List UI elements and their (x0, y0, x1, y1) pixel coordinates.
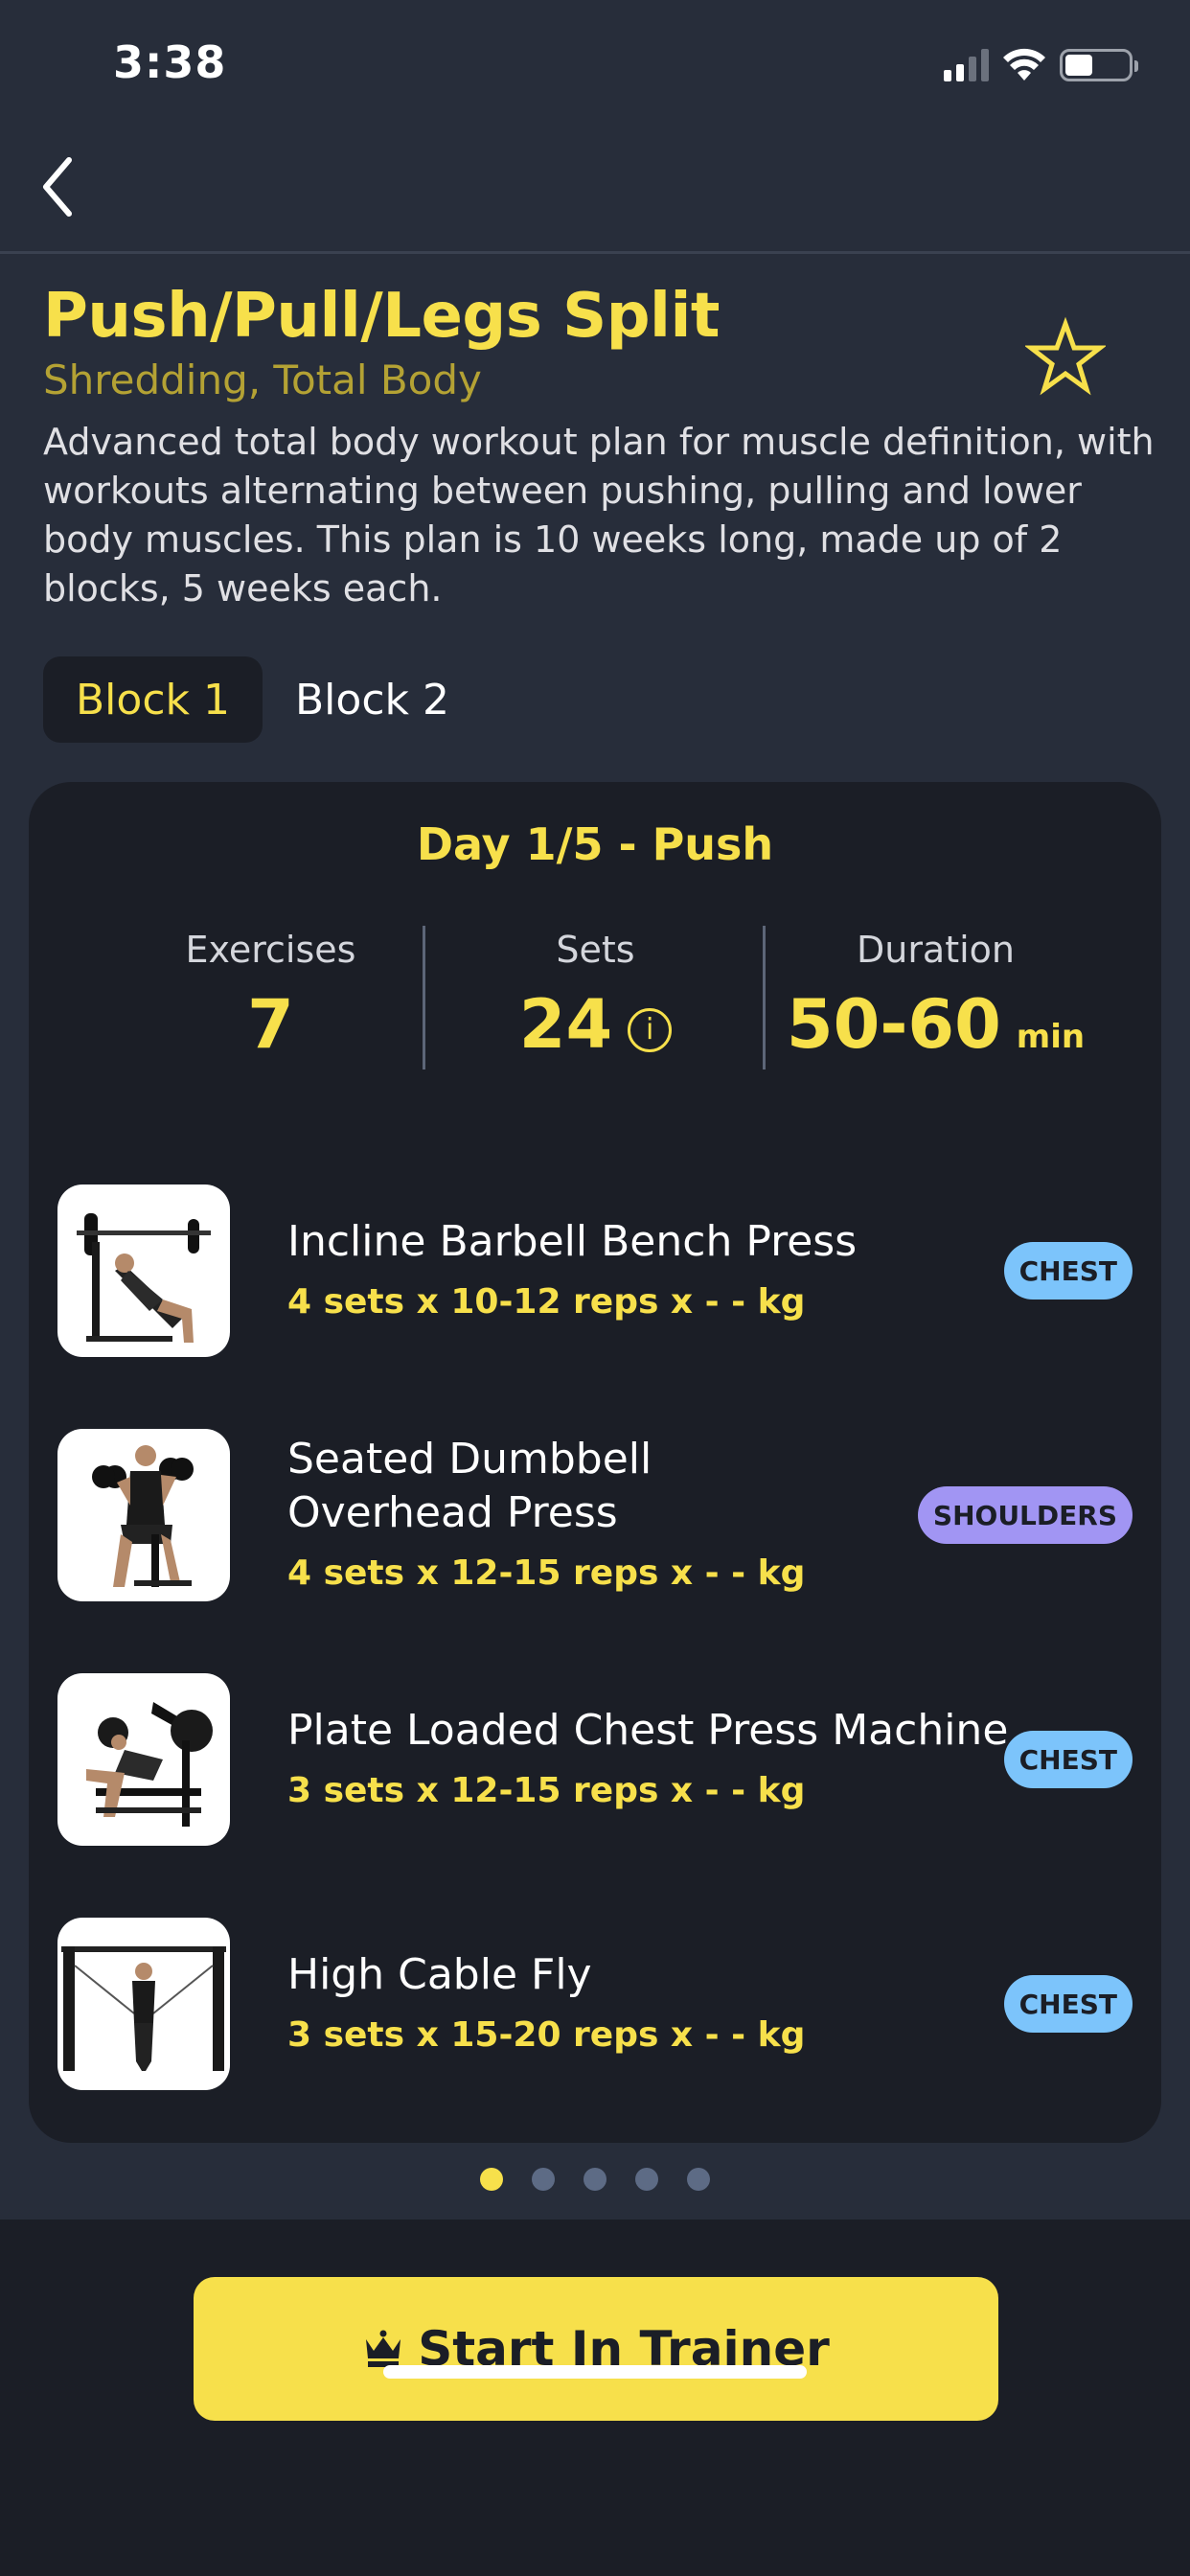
tab-block-1[interactable]: Block 1 (43, 656, 263, 743)
crown-icon (366, 2330, 401, 2367)
favorite-button[interactable] (1023, 316, 1108, 397)
pager-dot[interactable] (687, 2168, 710, 2191)
exercise-item[interactable]: Incline Barbell Bench Press 4 sets x 10-… (57, 1184, 1133, 1357)
status-bar: 3:38 (0, 0, 1190, 125)
exercise-thumbnail (57, 1184, 230, 1357)
battery-icon (1060, 49, 1138, 81)
exercise-detail: 3 sets x 15-20 reps x - - kg (287, 2015, 806, 2055)
tab-block-2[interactable]: Block 2 (263, 656, 482, 743)
home-indicator[interactable] (383, 2365, 807, 2379)
start-in-trainer-button[interactable]: Start In Trainer (194, 2277, 998, 2421)
stat-label: Sets (556, 929, 635, 971)
exercise-name: Seated Dumbbell Overhead Press (287, 1435, 652, 1537)
exercise-item[interactable]: Plate Loaded Chest Press Machine 3 sets … (57, 1673, 1133, 1846)
stat-label: Duration (856, 929, 1016, 971)
exercise-item[interactable]: High Cable Fly 3 sets x 15-20 reps x - -… (57, 1918, 1133, 2090)
exercise-detail: 4 sets x 12-15 reps x - - kg (287, 1553, 806, 1593)
pager-dot[interactable] (532, 2168, 555, 2191)
cellular-signal-icon (944, 49, 989, 81)
status-icons (944, 48, 1138, 82)
day-pager (0, 2168, 1190, 2191)
pager-dot[interactable] (635, 2168, 658, 2191)
day-card[interactable]: Day 1/5 - Push Exercises 7 Sets 24 i Dur… (29, 782, 1161, 2143)
exercise-item[interactable]: Seated Dumbbell Overhead Press 4 sets x … (57, 1429, 1133, 1601)
stat-label: Exercises (185, 929, 356, 971)
plan-subtitle: Shredding, Total Body (43, 356, 482, 403)
star-icon (1023, 316, 1108, 396)
exercise-name: High Cable Fly (287, 1950, 592, 1999)
exercise-thumbnail (57, 1429, 230, 1601)
muscle-tag: SHOULDERS (917, 1486, 1133, 1544)
stat-exercises: Exercises 7 (101, 926, 441, 1068)
stat-sets: Sets 24 i (425, 926, 766, 1068)
exercise-detail: 4 sets x 10-12 reps x - - kg (287, 1282, 806, 1322)
block-tabs: Block 1 Block 2 (43, 656, 482, 743)
muscle-tag: CHEST (1003, 1731, 1133, 1788)
stat-unit: min (1016, 1018, 1086, 1056)
pager-dot[interactable] (480, 2168, 503, 2191)
plan-description: Advanced total body workout plan for mus… (43, 421, 1155, 610)
stat-value: 7 (247, 985, 294, 1064)
exercise-thumbnail (57, 1673, 230, 1846)
wifi-icon (1003, 48, 1045, 80)
exercise-name: Plate Loaded Chest Press Machine (287, 1706, 1009, 1755)
day-title: Day 1/5 - Push (416, 818, 774, 870)
chevron-left-icon (43, 157, 72, 217)
stat-duration: Duration 50-60 min (766, 926, 1106, 1080)
nav-bar (0, 125, 1190, 254)
muscle-tag: CHEST (1003, 1975, 1133, 2033)
stat-value: 50-60 (786, 985, 1001, 1064)
exercise-thumbnail (57, 1918, 230, 2090)
back-button[interactable] (29, 153, 86, 220)
stat-value: 24 (518, 985, 613, 1064)
bottom-action-bar: Start In Trainer (0, 2220, 1190, 2576)
plan-title: Push/Pull/Legs Split (43, 281, 720, 352)
exercise-detail: 3 sets x 12-15 reps x - - kg (287, 1771, 806, 1810)
pager-dot[interactable] (584, 2168, 606, 2191)
muscle-tag: CHEST (1003, 1242, 1133, 1300)
info-icon[interactable]: i (628, 1008, 673, 1052)
exercise-name: Incline Barbell Bench Press (287, 1217, 858, 1266)
status-time: 3:38 (113, 36, 227, 88)
plan-header: Push/Pull/Legs Split Shredding, Total Bo… (43, 278, 1155, 613)
